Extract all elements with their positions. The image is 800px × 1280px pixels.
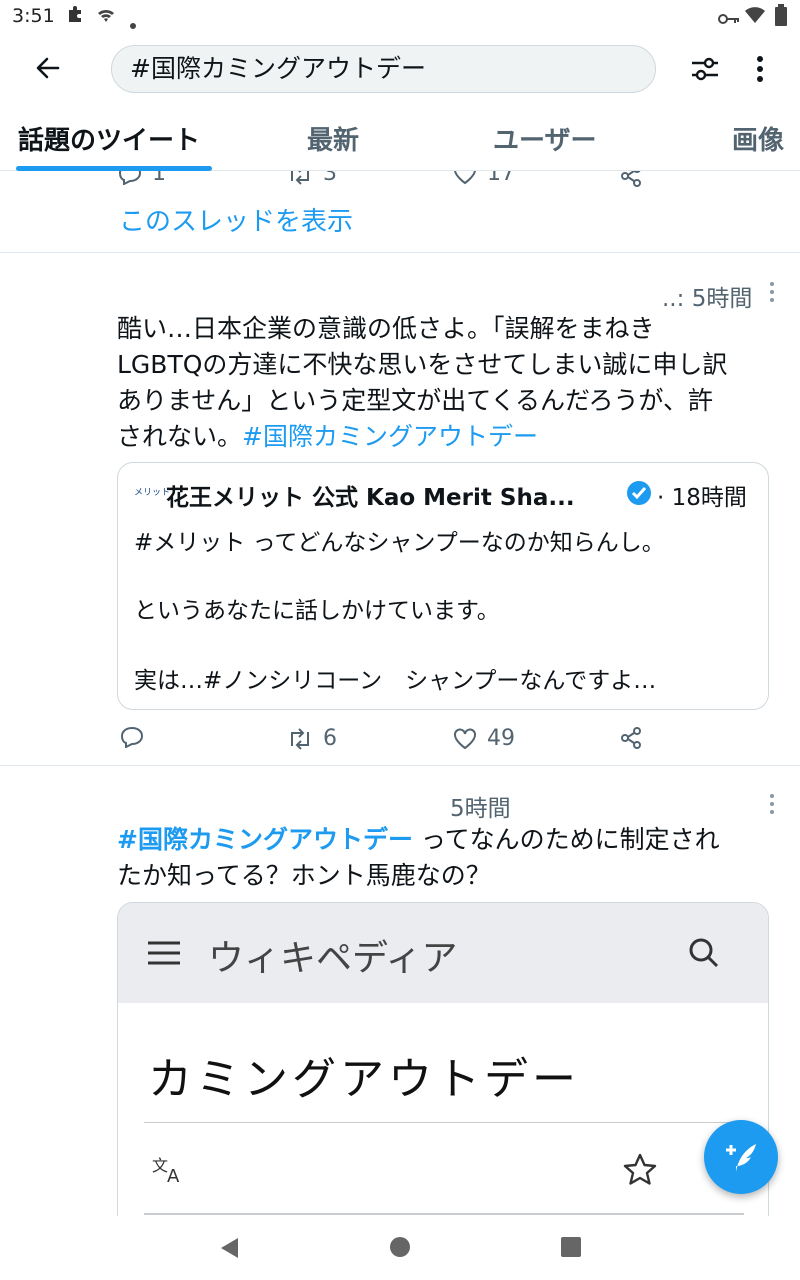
hamburger-icon xyxy=(148,941,180,969)
filter-button[interactable] xyxy=(684,48,726,90)
reply-icon xyxy=(120,726,144,748)
quoted-tweet-card[interactable]: メリット 花王メリット 公式 Kao Merit Sha... · 18時間 #… xyxy=(117,462,769,710)
hashtag-link[interactable]: #国際カミングアウトデー xyxy=(117,825,413,854)
share-button[interactable] xyxy=(620,171,642,187)
svg-text:A: A xyxy=(167,1166,180,1183)
retweet-button[interactable]: 3 xyxy=(287,171,337,186)
link-preview-image[interactable]: ウィキペディア カミングアウトデー 文A xyxy=(117,902,769,1216)
square-recents-icon xyxy=(561,1237,581,1257)
tab-top[interactable]: 話題のツイート xyxy=(18,120,200,157)
show-thread-link[interactable]: このスレッドを表示 xyxy=(119,201,353,238)
reply-count: 1 xyxy=(152,171,166,186)
tweet-timestamp: 5時間 xyxy=(450,796,511,822)
tweet-line: ありません」という定型文が出てくるんだろうが、許 xyxy=(117,386,714,415)
tab-users[interactable]: ユーザー xyxy=(493,120,596,157)
like-count: 17 xyxy=(487,171,515,186)
circle-home-icon xyxy=(390,1237,410,1257)
quoted-line: 実は…#ノンシリコーン シャンプーなんですよ… xyxy=(134,668,657,694)
nav-back-button[interactable] xyxy=(218,1236,242,1260)
svg-text:文: 文 xyxy=(152,1156,168,1175)
tweet-line: 酷い…日本企業の意識の低さよ。「誤解をまねき xyxy=(117,314,655,343)
like-button[interactable]: 17 xyxy=(453,171,515,186)
tweet-feed[interactable]: 1 3 17 このスレッドを表示 ..: 5時間 酷い…日本企業の意識の低さよ。… xyxy=(0,171,800,1216)
system-nav-bar xyxy=(0,1216,800,1280)
retweet-count: 6 xyxy=(323,726,337,751)
back-button[interactable] xyxy=(28,48,68,88)
search-icon xyxy=(688,937,720,973)
wiki-divider xyxy=(144,1122,744,1123)
wiki-article-title: カミングアウトデー xyxy=(148,1054,580,1105)
retweet-count: 3 xyxy=(323,171,337,186)
nav-recents-button[interactable] xyxy=(560,1236,584,1260)
tweet-menu-button[interactable] xyxy=(768,793,776,819)
retweet-icon xyxy=(291,727,309,750)
wifi-signal-icon xyxy=(745,6,765,29)
translate-icon: 文A xyxy=(152,1155,186,1187)
battery-icon xyxy=(775,4,787,31)
merit-logo: メリット xyxy=(134,488,171,498)
puzzle-icon xyxy=(66,5,86,30)
search-tabs: 話題のツイート 最新 ユーザー 画像 xyxy=(0,104,800,171)
more-options-button[interactable] xyxy=(740,48,780,90)
status-bar: 3:51 xyxy=(0,0,800,34)
reply-button[interactable]: 1 xyxy=(118,171,166,186)
wiki-divider xyxy=(144,1213,744,1215)
key-icon xyxy=(718,9,740,31)
tweet-line-text: されない。 xyxy=(117,422,243,451)
wiki-header: ウィキペディア xyxy=(118,903,768,1003)
truncated-name: ..: xyxy=(662,286,685,312)
share-icon xyxy=(621,727,641,749)
heart-icon xyxy=(454,727,476,749)
tweet-timestamp: 5時間 xyxy=(691,286,753,312)
reply-button[interactable] xyxy=(120,726,144,748)
search-header: #国際カミングアウトデー xyxy=(0,34,800,104)
heart-icon xyxy=(454,171,476,184)
more-vertical-icon xyxy=(757,56,763,82)
status-time: 3:51 xyxy=(12,5,55,27)
quoted-time: · 18時間 xyxy=(657,485,747,511)
tweet-menu-button[interactable] xyxy=(768,281,776,307)
quoted-line: というあなたに話しかけています。 xyxy=(134,598,500,624)
tweet-line-text: ってなんのために制定され xyxy=(412,825,720,854)
hashtag-link[interactable]: #国際カミングアウトデー xyxy=(242,422,538,451)
verified-badge-icon xyxy=(626,480,652,510)
wifi-icon xyxy=(96,5,116,30)
quoted-line: #メリット ってどんなシャンプーなのか知らんし。 xyxy=(134,530,665,556)
tweet-time: ..: 5時間 xyxy=(662,279,752,313)
search-input[interactable]: #国際カミングアウトデー xyxy=(111,45,656,93)
retweet-button[interactable]: 6 xyxy=(287,726,337,751)
tweet-line: たか知ってる？ホント馬鹿なの？ xyxy=(117,861,491,890)
tweet-body: 酷い…日本企業の意識の低さよ。「誤解をまねき LGBTQの方達に不快な思いをさせ… xyxy=(117,311,727,455)
tweet-body: #国際カミングアウトデー ってなんのために制定され たか知ってる？ホント馬鹿なの… xyxy=(117,822,720,894)
tweet-line: #国際カミングアウトデー ってなんのために制定され xyxy=(117,822,720,858)
tweet-divider xyxy=(0,252,800,253)
tweet-divider xyxy=(0,765,800,766)
more-vertical-icon xyxy=(770,794,774,814)
sliders-icon xyxy=(692,57,718,81)
more-vertical-icon xyxy=(770,282,774,302)
triangle-back-icon xyxy=(221,1238,238,1258)
tab-latest[interactable]: 最新 xyxy=(307,120,359,157)
tweet-line: LGBTQの方達に不快な思いをさせてしまい誠に申し訳 xyxy=(117,350,728,379)
reply-icon xyxy=(118,171,142,185)
star-icon xyxy=(623,1153,657,1189)
share-icon xyxy=(621,171,641,187)
arrow-left-icon xyxy=(36,57,60,79)
feather-plus-icon xyxy=(726,1144,756,1172)
retweet-icon xyxy=(291,171,309,185)
like-count: 49 xyxy=(487,726,515,751)
tweet-line: されない。#国際カミングアウトデー xyxy=(117,419,727,455)
nav-home-button[interactable] xyxy=(389,1236,413,1260)
compose-tweet-button[interactable] xyxy=(704,1120,778,1194)
quoted-author-name: 花王メリット 公式 Kao Merit Sha... xyxy=(166,485,575,511)
share-button[interactable] xyxy=(620,727,642,749)
wiki-site-title: ウィキペディア xyxy=(208,938,458,979)
tab-images[interactable]: 画像 xyxy=(732,120,784,157)
like-button[interactable]: 49 xyxy=(453,726,515,751)
dot-icon xyxy=(130,12,136,34)
